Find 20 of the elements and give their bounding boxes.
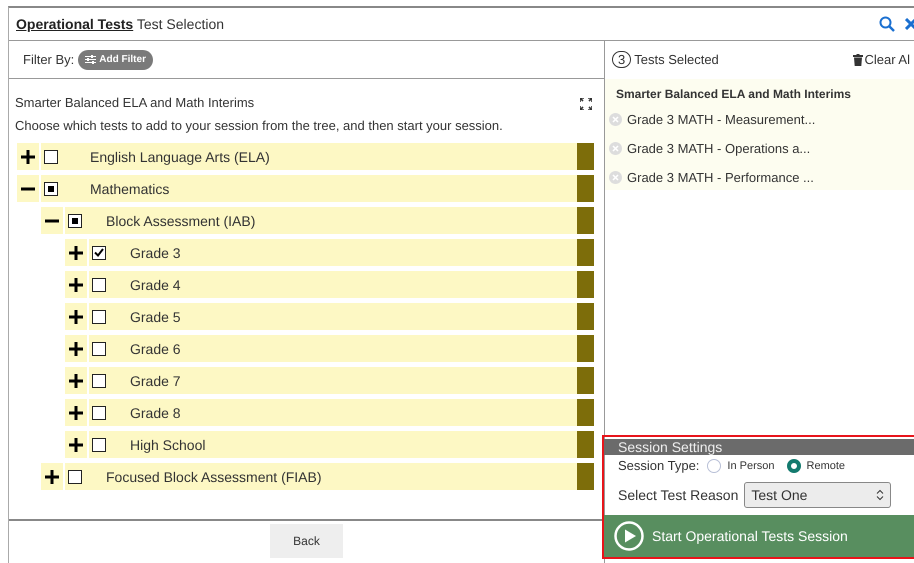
start-session-button[interactable]: Start Operational Tests Session [604,515,914,557]
add-filter-button[interactable]: Add Filter [78,50,153,70]
section-heading: Smarter Balanced ELA and Math Interims [15,95,256,110]
back-button[interactable]: Back [270,524,343,558]
field-label: Select Test Reason [618,487,738,503]
count-badge: 3 [612,51,632,68]
section-title: Session Settings [604,439,914,455]
selected-test: Grade 3 MATH - Operations a... [627,141,810,156]
window-title: Operational Tests Test Selection [16,16,224,32]
reason-select[interactable]: Test One [744,482,892,508]
selected-test: Grade 3 MATH - Measurement... [627,112,816,127]
group-heading: Smarter Balanced ELA and Math Interims [615,87,852,101]
radio-label[interactable]: In Person [727,460,775,472]
instructions-text: Choose which tests to add to your session from the tree, and then start your session. [15,118,504,133]
field-label: Session Type: [618,458,700,473]
filter-label: Filter By: [23,52,74,67]
selected-test: Grade 3 MATH - Performance ... [627,170,814,185]
clear-all-button[interactable]: Clear Al [853,52,910,67]
radio-label[interactable]: Remote [806,460,846,472]
selected-label: Tests Selected [634,52,719,67]
